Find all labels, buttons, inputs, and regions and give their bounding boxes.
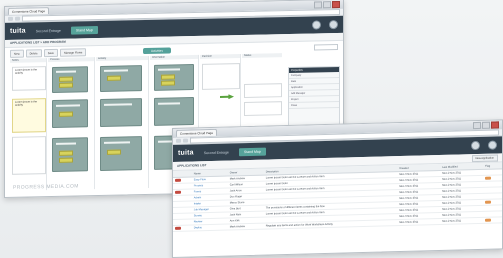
header-icons xyxy=(471,140,497,151)
column-header: Activity xyxy=(96,55,148,62)
info-card[interactable] xyxy=(154,97,194,126)
card-button[interactable] xyxy=(161,80,175,86)
card-button[interactable] xyxy=(59,157,73,163)
browser-tab[interactable]: Cornerstone Cloud Page xyxy=(176,128,218,137)
modified-cell: Mon 2 Nov 2011 xyxy=(440,217,484,225)
card-button[interactable] xyxy=(59,76,73,82)
process-card[interactable] xyxy=(52,137,88,172)
minimize-icon[interactable] xyxy=(473,121,481,130)
card-line xyxy=(104,69,128,72)
new-application-button[interactable]: New Application xyxy=(471,153,498,162)
column-header: Status xyxy=(242,53,282,59)
note-card[interactable] xyxy=(12,136,46,175)
decision-note[interactable] xyxy=(202,63,240,90)
back-icon[interactable] xyxy=(8,16,13,21)
activities-pill[interactable]: Activities xyxy=(143,47,171,55)
activity-card[interactable] xyxy=(100,65,142,92)
card-button[interactable] xyxy=(107,149,121,155)
forward-icon[interactable] xyxy=(183,138,188,143)
table-body: Easy Flow Mark Andrew Lorem Ipsum Dolor es… xyxy=(173,168,502,232)
card-line xyxy=(104,103,132,106)
name-cell[interactable]: Deploy xyxy=(191,224,228,231)
window-controls xyxy=(473,121,499,130)
flag-icon xyxy=(485,218,492,222)
settings-icon[interactable] xyxy=(488,140,497,150)
delete-button[interactable]: Delete xyxy=(25,49,42,58)
card-line xyxy=(158,68,180,71)
window-controls xyxy=(314,0,340,9)
note-card[interactable]: Lorem ipsum is the activity xyxy=(12,98,46,133)
nav-tab-map[interactable]: Stand Map xyxy=(238,147,266,156)
applications-window: Cornerstone Cloud Page tuita Second Entr… xyxy=(172,119,503,258)
forward-icon[interactable] xyxy=(15,16,20,21)
close-icon[interactable] xyxy=(332,0,340,9)
user-icon[interactable] xyxy=(471,140,480,151)
watermark: PROGRESS MEDIA.COM xyxy=(13,183,79,191)
header-icons xyxy=(312,20,338,30)
status-note[interactable] xyxy=(244,101,282,116)
column-header: Decision xyxy=(200,54,240,59)
nav-tab-entrage[interactable]: Second Entrage xyxy=(31,26,66,35)
new-button[interactable]: New xyxy=(10,49,24,58)
flag-cell xyxy=(483,216,502,224)
panel-row[interactable]: Close xyxy=(289,101,339,110)
owner-cell: Mark Andrew xyxy=(227,223,264,231)
flag-cell xyxy=(173,224,192,232)
card-button[interactable] xyxy=(161,74,175,80)
minimize-icon[interactable] xyxy=(314,1,322,9)
column-process: Process xyxy=(48,57,95,191)
page-title: APPLICATIONS LIST xyxy=(177,163,207,168)
activity-card[interactable] xyxy=(100,136,142,171)
flag-icon xyxy=(175,178,181,182)
column-header: Notes xyxy=(10,58,46,63)
card-line xyxy=(104,141,130,144)
activity-card[interactable] xyxy=(100,98,142,127)
nav-tab-entrage[interactable]: Second Entrage xyxy=(199,148,234,157)
settings-icon[interactable] xyxy=(329,20,338,30)
card-line xyxy=(56,142,76,145)
column-notes: Notes Lorem ipsum is the activity Lorem … xyxy=(10,58,47,191)
column-header: Process xyxy=(48,57,94,63)
app-logo: tuita xyxy=(10,27,26,35)
flow-arrow-icon xyxy=(220,94,234,99)
filter-input[interactable] xyxy=(314,44,338,51)
browser-tab[interactable]: Cornerstone Cloud Page xyxy=(8,7,50,15)
user-icon[interactable] xyxy=(312,20,321,30)
back-icon[interactable] xyxy=(176,138,181,143)
close-icon[interactable] xyxy=(491,121,499,129)
maximize-icon[interactable] xyxy=(482,121,490,129)
maximize-icon[interactable] xyxy=(323,1,331,9)
column-header: Information xyxy=(150,54,198,60)
process-card[interactable] xyxy=(52,66,88,93)
manage-flows-button[interactable]: Manage Flows xyxy=(60,48,87,57)
status-note[interactable] xyxy=(244,83,282,98)
card-button[interactable] xyxy=(59,150,73,156)
card-button[interactable] xyxy=(59,82,73,88)
column-activity: Activity xyxy=(96,55,149,190)
process-card[interactable] xyxy=(52,99,88,128)
created-cell: Mon 3 Nov 2011 xyxy=(397,218,441,226)
flag-icon xyxy=(175,190,181,194)
card-line xyxy=(56,104,80,107)
flag-icon xyxy=(175,226,181,230)
nav-tab-map[interactable]: Stand Map xyxy=(70,25,98,35)
card-line xyxy=(56,70,76,73)
card-line xyxy=(158,102,180,105)
flag-icon xyxy=(485,200,492,204)
card-button[interactable] xyxy=(107,75,121,81)
note-card[interactable]: Lorem ipsum is the activity xyxy=(12,66,46,91)
card-button[interactable] xyxy=(59,111,73,117)
applications-table: Name Owner Description Created Last Modified… xyxy=(173,162,502,232)
save-button[interactable]: Save xyxy=(43,48,59,58)
app-logo: tuita xyxy=(178,149,194,157)
flag-icon xyxy=(485,176,492,180)
info-card[interactable] xyxy=(154,64,194,91)
